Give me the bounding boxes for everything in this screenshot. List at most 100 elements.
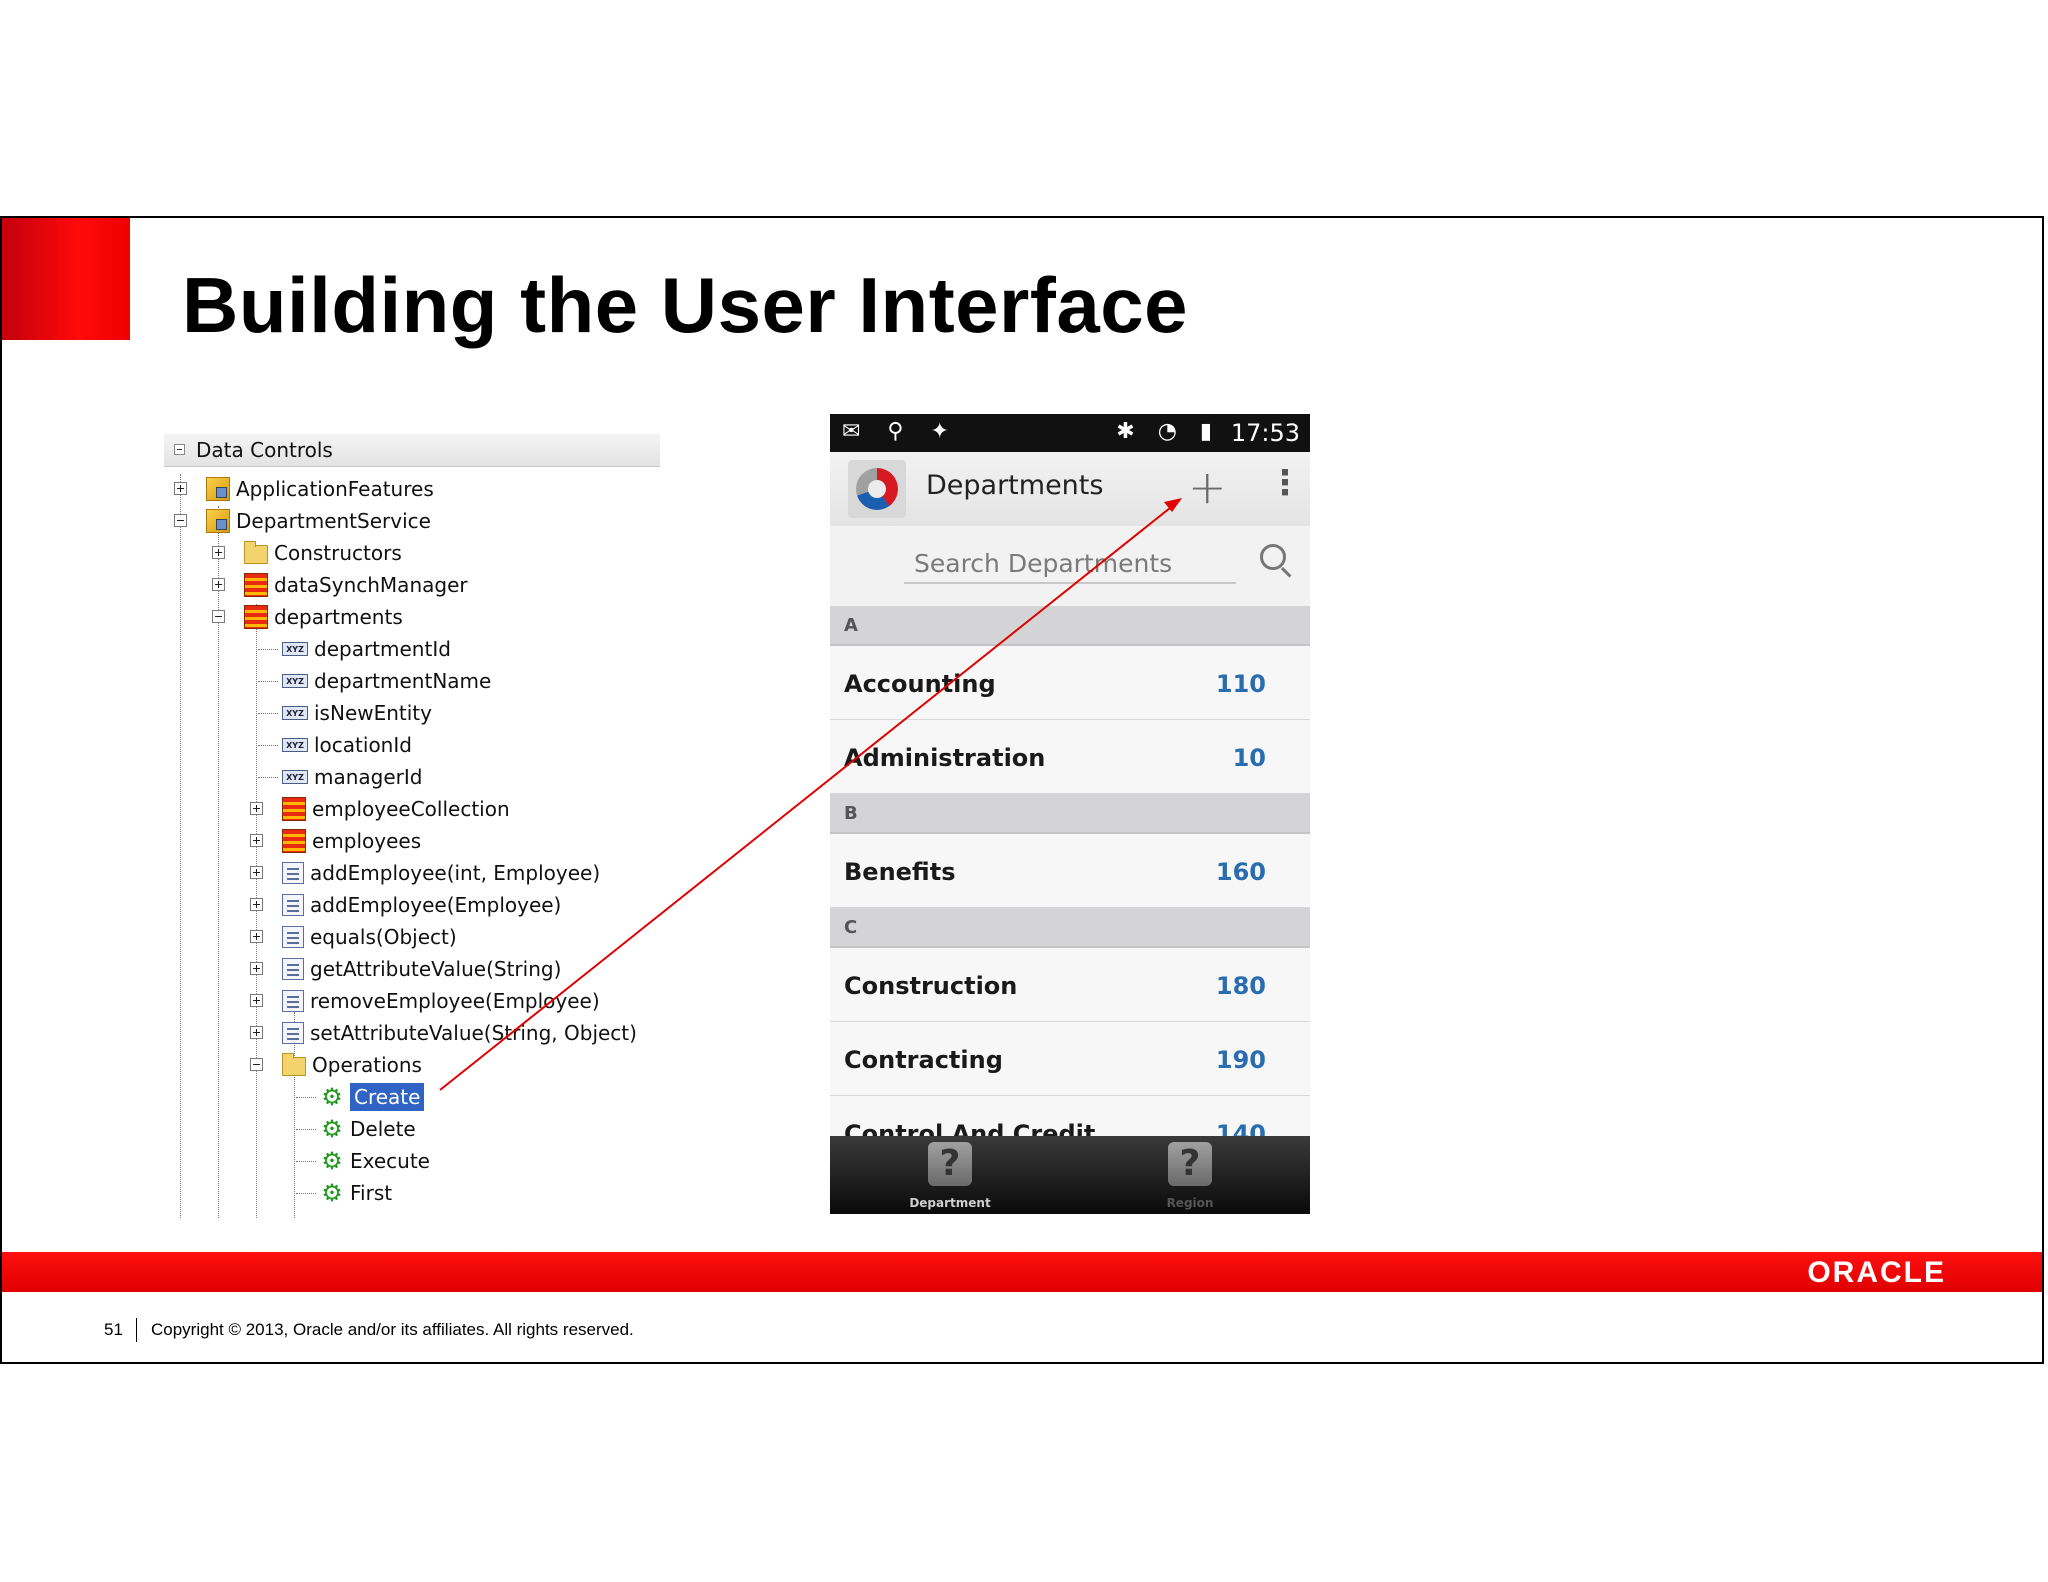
question-icon: ? xyxy=(928,1142,972,1186)
attribute-icon: XYZ xyxy=(282,706,308,720)
tree-item-add-employee[interactable]: addEmployee(Employee) xyxy=(164,890,561,920)
slide: Building the User Interface ORACLE 51 Co… xyxy=(0,216,2044,1364)
tree-item-add-employee-int[interactable]: addEmployee(int, Employee) xyxy=(164,858,600,888)
expand-icon[interactable] xyxy=(174,482,187,495)
tree-connector xyxy=(296,1193,316,1194)
list-item[interactable]: Administration 10 xyxy=(830,720,1310,794)
expand-icon[interactable] xyxy=(250,994,263,1007)
tree-item-label: First xyxy=(350,1181,393,1205)
tree-item-execute[interactable]: ⚙ Execute xyxy=(164,1146,430,1176)
add-department-button[interactable]: + xyxy=(1188,460,1227,514)
tree-item-label: departmentName xyxy=(314,669,492,693)
list-item[interactable]: Construction 180 xyxy=(830,948,1310,1022)
collection-icon xyxy=(244,605,268,629)
tree-item-department-id[interactable]: XYZ departmentId xyxy=(164,634,451,664)
tree-item-label: Constructors xyxy=(274,541,402,565)
collapse-icon[interactable] xyxy=(212,610,225,623)
notification-icons: ✉ ⚲ ✦ xyxy=(842,419,959,444)
tree-item-employees[interactable]: employees xyxy=(164,826,421,856)
service-icon xyxy=(206,509,230,533)
department-name: Construction xyxy=(844,972,1018,1000)
tree-item-get-attribute-value[interactable]: getAttributeValue(String) xyxy=(164,954,561,984)
method-icon xyxy=(282,958,304,980)
tree-item-remove-employee[interactable]: removeEmployee(Employee) xyxy=(164,986,600,1016)
department-name: Contracting xyxy=(844,1046,1003,1074)
gear-icon: ⚙ xyxy=(321,1147,343,1175)
tree-item-location-id[interactable]: XYZ locationId xyxy=(164,730,412,760)
department-name: Control And Credit xyxy=(844,1120,1096,1136)
tree-item-first[interactable]: ⚙ First xyxy=(164,1178,392,1208)
tree-item-label: managerId xyxy=(314,765,423,789)
overflow-menu-icon[interactable]: ⋮ xyxy=(1268,466,1302,500)
list-item[interactable]: Accounting 110 xyxy=(830,646,1310,720)
tree-item-delete[interactable]: ⚙ Delete xyxy=(164,1114,416,1144)
tree-item-label: dataSynchManager xyxy=(274,573,468,597)
tree-item-label: getAttributeValue(String) xyxy=(310,957,562,981)
tree-item-departments[interactable]: departments xyxy=(164,602,403,632)
question-icon: ? xyxy=(1168,1142,1212,1186)
tree-item-manager-id[interactable]: XYZ managerId xyxy=(164,762,423,792)
gear-icon: ⚙ xyxy=(321,1179,343,1207)
tree-connector xyxy=(258,713,278,714)
tab-region[interactable]: ? Region xyxy=(1070,1136,1310,1214)
tree-item-constructors[interactable]: Constructors xyxy=(164,538,402,568)
tree-item-department-service[interactable]: DepartmentService xyxy=(164,506,431,536)
expand-icon[interactable] xyxy=(250,866,263,879)
tree-item-set-attribute-value[interactable]: setAttributeValue(String, Object) xyxy=(164,1018,637,1048)
department-id: 180 xyxy=(1215,972,1266,1000)
collapse-icon[interactable] xyxy=(174,514,187,527)
search-icon[interactable] xyxy=(1260,544,1286,570)
collection-icon xyxy=(244,573,268,597)
collapse-icon[interactable] xyxy=(250,1058,263,1071)
tree-item-label: Execute xyxy=(350,1149,430,1173)
tree-item-create[interactable]: ⚙ Create xyxy=(164,1082,425,1112)
section-header-c: C xyxy=(830,908,1310,948)
folder-icon xyxy=(282,1053,306,1076)
expand-icon[interactable] xyxy=(250,802,263,815)
data-controls-header[interactable]: Data Controls xyxy=(164,434,660,467)
tree-connector xyxy=(258,681,278,682)
attribute-icon: XYZ xyxy=(282,674,308,688)
list-item[interactable]: Contracting 190 xyxy=(830,1022,1310,1096)
department-id: 10 xyxy=(1232,744,1266,772)
tree-item-label: employeeCollection xyxy=(312,797,510,821)
department-list: A Accounting 110 Administration 10 B Ben… xyxy=(830,606,1310,1136)
department-id: 110 xyxy=(1215,670,1266,698)
expand-icon[interactable] xyxy=(250,962,263,975)
department-name: Accounting xyxy=(844,670,996,698)
gear-icon: ⚙ xyxy=(321,1115,343,1143)
tree-item-application-features[interactable]: ApplicationFeatures xyxy=(164,474,434,504)
department-id: 140 xyxy=(1215,1120,1266,1136)
list-item[interactable]: Control And Credit 140 xyxy=(830,1096,1310,1136)
tree-item-employee-collection[interactable]: employeeCollection xyxy=(164,794,510,824)
tree-item-operations[interactable]: Operations xyxy=(164,1050,422,1080)
method-icon xyxy=(282,990,304,1012)
tree-item-label: ApplicationFeatures xyxy=(236,477,434,501)
tree-item-data-synch-manager[interactable]: dataSynchManager xyxy=(164,570,468,600)
search-departments-input[interactable] xyxy=(904,544,1236,584)
tree-item-is-new-entity[interactable]: XYZ isNewEntity xyxy=(164,698,432,728)
expand-icon[interactable] xyxy=(250,1026,263,1039)
tree-item-label: setAttributeValue(String, Object) xyxy=(310,1021,637,1045)
department-id: 190 xyxy=(1215,1046,1266,1074)
tab-department[interactable]: ? Department xyxy=(830,1136,1070,1214)
expand-icon[interactable] xyxy=(212,578,225,591)
tree-item-equals[interactable]: equals(Object) xyxy=(164,922,457,952)
tree-item-department-name[interactable]: XYZ departmentName xyxy=(164,666,491,696)
tab-label: Department xyxy=(909,1196,991,1210)
expand-icon[interactable] xyxy=(212,546,225,559)
expand-icon[interactable] xyxy=(250,898,263,911)
tree-item-label: addEmployee(Employee) xyxy=(310,893,562,917)
method-icon xyxy=(282,1022,304,1044)
expand-icon[interactable] xyxy=(250,834,263,847)
title-accent xyxy=(2,218,130,340)
expand-icon[interactable] xyxy=(250,930,263,943)
list-item[interactable]: Benefits 160 xyxy=(830,834,1310,908)
section-header-a: A xyxy=(830,606,1310,646)
department-id: 160 xyxy=(1215,858,1266,886)
action-bar-title: Departments xyxy=(926,470,1104,501)
method-icon xyxy=(282,862,304,884)
tree-item-label: isNewEntity xyxy=(314,701,432,725)
collapse-icon[interactable] xyxy=(174,444,185,455)
app-logo-icon[interactable] xyxy=(848,460,906,518)
